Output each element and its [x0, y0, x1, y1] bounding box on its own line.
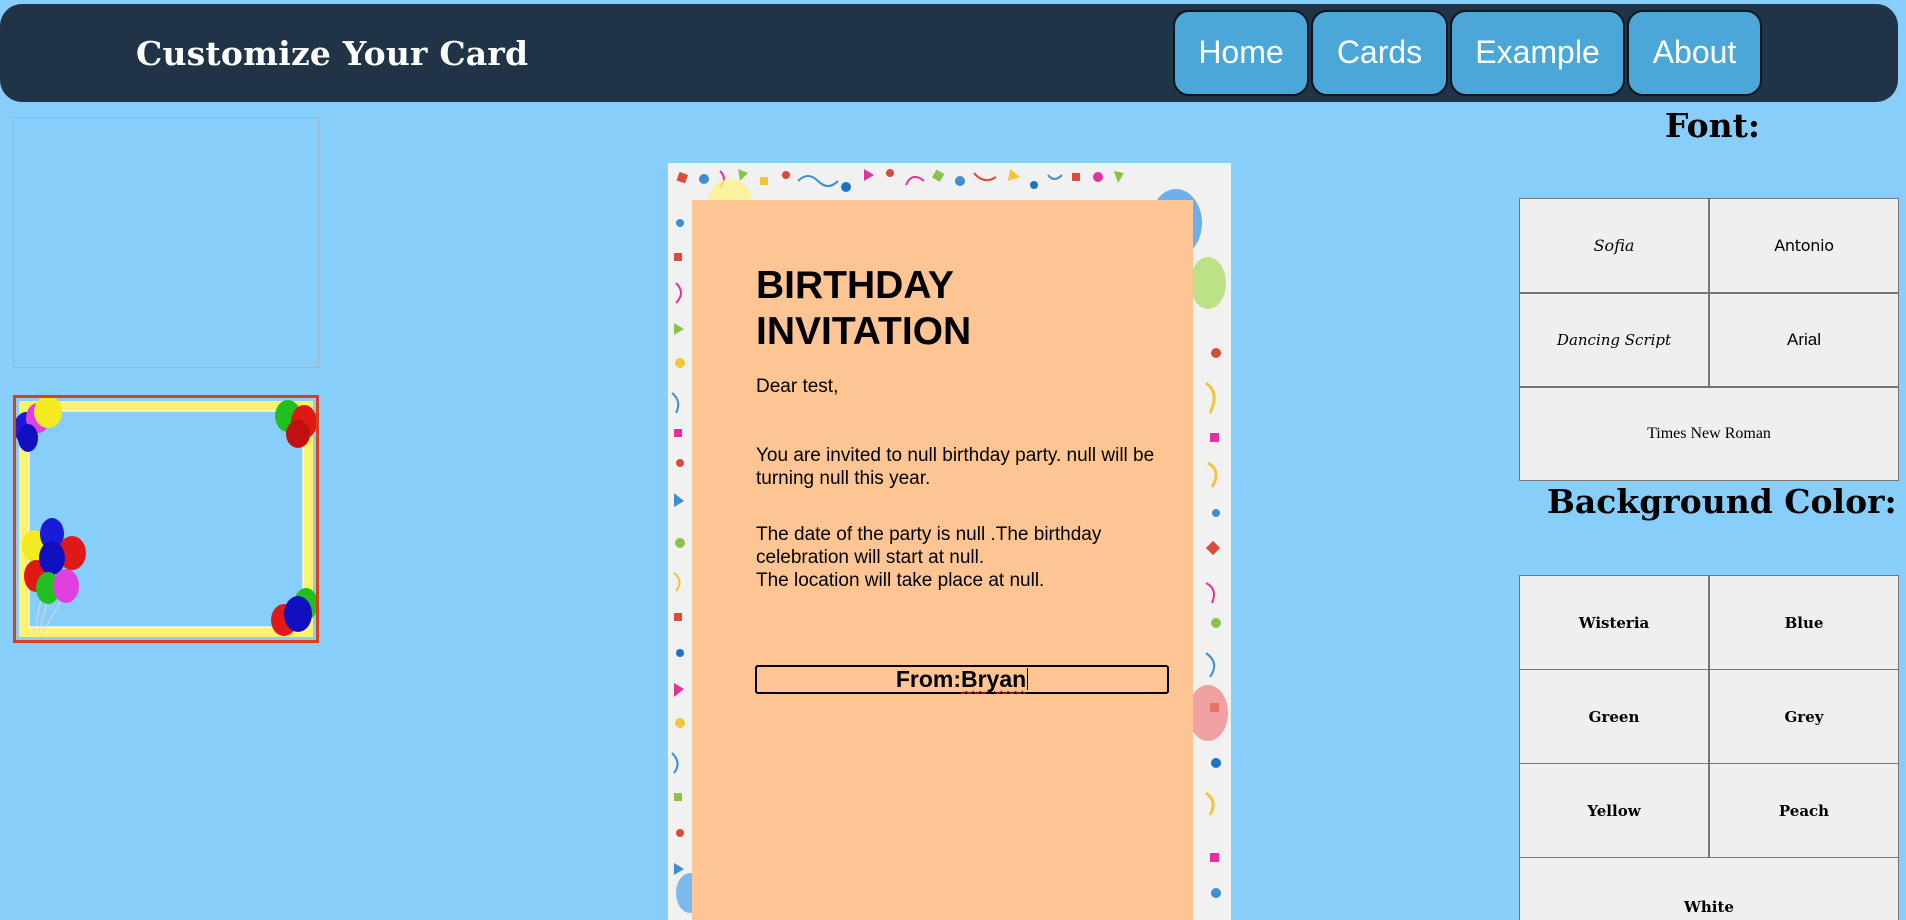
nav-example-button[interactable]: Example [1450, 10, 1625, 96]
font-option-sofia[interactable]: Sofia [1519, 198, 1709, 293]
page: Customize Your Card Home Cards Example A… [0, 0, 1906, 920]
from-prefix: From: [895, 666, 961, 692]
card-greeting: Dear test, [756, 376, 839, 397]
font-option-antonio[interactable]: Antonio [1709, 198, 1899, 293]
color-option-wisteria[interactable]: Wisteria [1519, 575, 1709, 670]
color-option-grey[interactable]: Grey [1709, 669, 1899, 764]
color-option-peach[interactable]: Peach [1709, 763, 1899, 858]
nav-cards-button[interactable]: Cards [1311, 10, 1448, 96]
font-option-dancing-script[interactable]: Dancing Script [1519, 293, 1709, 387]
background-color-heading: Background Color: [1547, 482, 1897, 521]
balloon-frame-image [16, 398, 316, 637]
card-location-text: The location will take place at null. [756, 570, 1045, 591]
color-option-green[interactable]: Green [1519, 669, 1709, 764]
color-option-blue[interactable]: Blue [1709, 575, 1899, 670]
site-title: Customize Your Card [136, 34, 529, 73]
blank-template-thumbnail[interactable] [13, 117, 319, 368]
card-date-time-text: The date of the party is null .The birth… [756, 524, 1102, 568]
color-option-white[interactable]: White [1519, 857, 1899, 920]
card-invitation-text: You are invited to null birthday party. … [756, 445, 1155, 489]
font-option-arial[interactable]: Arial [1709, 293, 1899, 387]
nav-home-button[interactable]: Home [1173, 10, 1309, 96]
nav-about-button[interactable]: About [1627, 10, 1762, 96]
balloon-frame-template-thumbnail[interactable] [13, 395, 319, 643]
from-name-input[interactable]: From:Bryan [755, 665, 1169, 694]
font-option-times-new-roman[interactable]: Times New Roman [1519, 387, 1899, 481]
color-option-yellow[interactable]: Yellow [1519, 763, 1709, 858]
font-heading: Font: [1665, 106, 1761, 145]
card-title: BIRTHDAY INVITATION [756, 264, 972, 353]
from-name-value: Bryan [960, 666, 1027, 692]
card-party-details: The date of the party is null .The birth… [756, 523, 1166, 592]
text-caret [1027, 668, 1029, 690]
